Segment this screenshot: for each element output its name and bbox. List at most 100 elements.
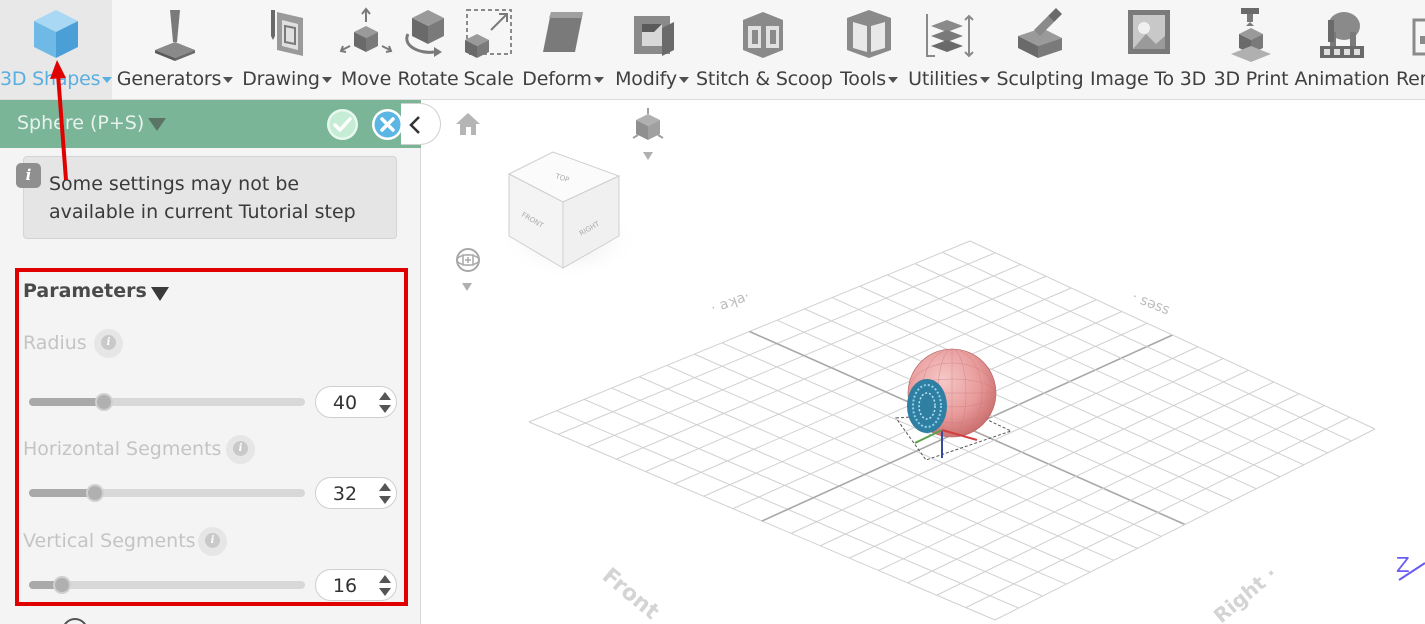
tool-label: 3D Shapes bbox=[0, 68, 101, 90]
chevron-left-icon bbox=[409, 116, 420, 134]
tool-label: Tools bbox=[840, 68, 886, 90]
grid-label: · sǝss bbox=[1130, 289, 1173, 319]
app-window: 3D Shapes Generators Drawing Move Rotate… bbox=[0, 0, 1425, 624]
radius-help-icon[interactable]: i bbox=[94, 329, 123, 358]
tool-stitch-scoop[interactable]: Stitch & Scoop bbox=[696, 0, 833, 99]
chevron-down-icon bbox=[102, 76, 113, 83]
tool-image-to-3d[interactable]: Image To 3D bbox=[1088, 0, 1208, 99]
tool-label: Sculpting bbox=[996, 68, 1084, 90]
radius-label: Radius bbox=[23, 332, 87, 354]
image-to-3d-icon bbox=[1128, 10, 1170, 54]
increment-icon[interactable] bbox=[379, 483, 391, 491]
scale-icon bbox=[464, 9, 512, 58]
radius-slider[interactable] bbox=[29, 393, 305, 411]
grid-label: · aʞa· bbox=[709, 288, 752, 317]
cancel-button[interactable] bbox=[372, 109, 403, 140]
grid-line bbox=[994, 428, 1376, 621]
chevron-down-icon[interactable] bbox=[462, 283, 472, 291]
increment-icon[interactable] bbox=[379, 575, 391, 583]
grid-line bbox=[942, 251, 1352, 442]
tool-label: Drawing bbox=[242, 68, 320, 90]
grid-line bbox=[776, 319, 1209, 514]
radius-value[interactable]: 40 bbox=[316, 392, 374, 414]
chevron-down-icon[interactable] bbox=[151, 287, 169, 301]
horizontal-segments-value[interactable]: 32 bbox=[316, 483, 374, 505]
tool-3d-print[interactable]: 3D Print bbox=[1210, 0, 1292, 99]
vertical-segments-stepper[interactable]: 16 bbox=[315, 569, 397, 601]
3d-viewport[interactable]: · aʞa· · sǝss Front Right · Z TOP FRONT … bbox=[401, 100, 1425, 624]
horizontal-segments-slider[interactable] bbox=[29, 484, 305, 502]
chevron-down-icon[interactable] bbox=[148, 118, 166, 131]
sphere-object[interactable] bbox=[907, 348, 997, 438]
tool-deform[interactable]: Deform bbox=[518, 0, 608, 99]
section-toggle-icon[interactable] bbox=[62, 618, 88, 624]
drawing-icon bbox=[271, 10, 303, 56]
tool-rotate[interactable]: Rotate bbox=[396, 0, 460, 99]
panel-header: Sphere (P+S) bbox=[0, 100, 421, 148]
decrement-icon[interactable] bbox=[379, 588, 391, 596]
slider-thumb[interactable] bbox=[53, 576, 71, 594]
orbit-icon[interactable] bbox=[454, 246, 482, 274]
vertical-segments-value[interactable]: 16 bbox=[316, 575, 374, 597]
tool-render[interactable]: Ren bbox=[1394, 0, 1425, 99]
tool-generators[interactable]: Generators bbox=[114, 0, 236, 99]
horizontal-segments-label: Horizontal Segments bbox=[23, 438, 222, 460]
tool-utilities[interactable]: Utilities bbox=[906, 0, 992, 99]
decrement-icon[interactable] bbox=[379, 496, 391, 504]
tool-label: Move bbox=[340, 68, 392, 90]
tool-label: Deform bbox=[522, 68, 592, 90]
collapse-panel-button[interactable] bbox=[401, 103, 441, 145]
panel-title[interactable]: Sphere (P+S) bbox=[17, 112, 144, 134]
decrement-icon[interactable] bbox=[379, 405, 391, 413]
tool-drawing[interactable]: Drawing bbox=[238, 0, 336, 99]
grid-line bbox=[820, 358, 1224, 547]
chevron-down-icon bbox=[678, 76, 689, 83]
3d-print-icon bbox=[1231, 8, 1271, 62]
generator-icon bbox=[155, 10, 195, 61]
vertical-segments-label: Vertical Segments bbox=[23, 530, 196, 552]
parameters-section: Parameters Radius i 40 Horizontal Segmen… bbox=[15, 268, 408, 606]
chevron-down-icon[interactable] bbox=[643, 152, 653, 160]
cube-icon bbox=[34, 10, 78, 58]
horizontal-segments-stepper[interactable]: 32 bbox=[315, 477, 397, 509]
main-toolbar: 3D Shapes Generators Drawing Move Rotate… bbox=[0, 0, 1425, 100]
grid-label: Front bbox=[597, 563, 664, 624]
vertical-segments-slider[interactable] bbox=[29, 576, 305, 594]
navigation-cube[interactable]: TOP FRONT RIGHT bbox=[491, 132, 641, 282]
rotate-icon bbox=[405, 10, 444, 57]
sculpting-icon bbox=[1018, 8, 1062, 58]
slider-thumb[interactable] bbox=[86, 484, 104, 502]
tool-scale[interactable]: Scale bbox=[461, 0, 516, 99]
stitch-scoop-icon bbox=[743, 12, 783, 58]
tool-panel: Sphere (P+S) Some settings may not be av… bbox=[0, 100, 421, 624]
tool-sculpting[interactable]: Sculpting bbox=[996, 0, 1084, 99]
tool-animation[interactable]: Animation bbox=[1292, 0, 1392, 99]
chevron-down-icon bbox=[887, 76, 898, 83]
tool-modify[interactable]: Modify bbox=[610, 0, 694, 99]
radius-stepper[interactable]: 40 bbox=[315, 386, 397, 418]
parameters-title[interactable]: Parameters bbox=[23, 280, 147, 302]
tool-label: Modify bbox=[615, 68, 677, 90]
tool-move[interactable]: Move bbox=[338, 0, 394, 99]
chevron-down-icon bbox=[223, 76, 234, 83]
tools-icon bbox=[847, 10, 891, 58]
animation-icon bbox=[1320, 12, 1364, 58]
tool-label: Stitch & Scoop bbox=[696, 68, 833, 90]
slider-thumb[interactable] bbox=[95, 393, 113, 411]
grid-line bbox=[969, 240, 1376, 430]
tool-3d-shapes[interactable]: 3D Shapes bbox=[0, 0, 113, 99]
increment-icon[interactable] bbox=[379, 392, 391, 400]
tool-label: Scale bbox=[463, 68, 514, 90]
grid-label: Right · bbox=[1209, 561, 1282, 624]
view-mode-icon[interactable] bbox=[631, 106, 665, 146]
apply-button[interactable] bbox=[327, 109, 358, 140]
chevron-down-icon bbox=[979, 76, 990, 83]
tool-label: Ren bbox=[1396, 68, 1425, 90]
horizontal-segments-help-icon[interactable]: i bbox=[226, 435, 255, 464]
info-icon: i bbox=[16, 163, 41, 188]
home-icon[interactable] bbox=[454, 110, 482, 138]
tool-tools[interactable]: Tools bbox=[834, 0, 904, 99]
close-icon bbox=[374, 111, 401, 138]
tool-label: Animation bbox=[1294, 68, 1390, 90]
vertical-segments-help-icon[interactable]: i bbox=[198, 527, 227, 556]
